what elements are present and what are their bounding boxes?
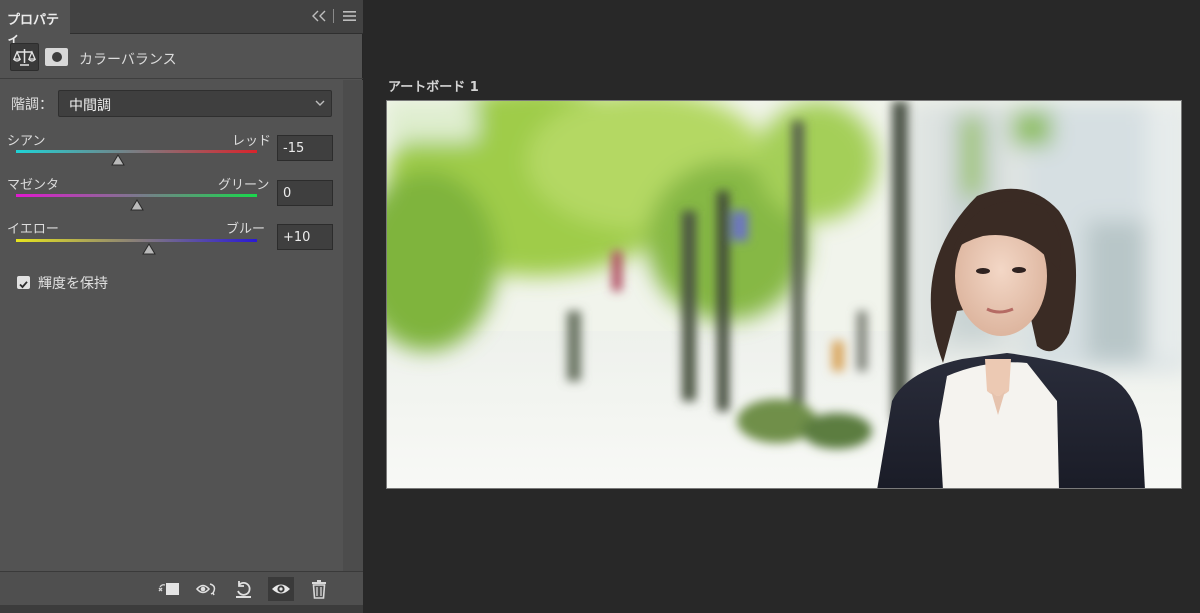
green-label: グリーン [218,178,270,193]
cyan-red-value-input[interactable]: -15 [277,135,333,161]
yellow-blue-track[interactable] [16,239,257,242]
cyan-red-slider-thumb[interactable] [111,154,126,166]
panel-bottom-edge [0,605,363,613]
tone-dropdown[interactable]: 中間調 [58,90,332,117]
reset-icon[interactable] [232,578,256,600]
artboard-photo[interactable] [386,100,1182,489]
blue-label: ブルー [226,222,266,237]
red-label: レッド [232,134,272,149]
chevron-down-icon [315,100,325,106]
clip-to-layer-icon[interactable] [157,578,181,600]
photoshop-workspace: プロパティ カラーバランス 階調： 中間調 シアン レッド -15 マゼンタ グ… [0,0,1200,613]
cyan-red-track[interactable] [16,150,257,153]
panel-menu-icon[interactable] [343,10,356,22]
artboard-label[interactable]: アートボード 1 [388,76,479,95]
panel-footer [0,571,363,605]
street-portrait-image [387,101,1181,488]
adjustment-header: カラーバランス [0,35,363,79]
header-divider [333,9,334,23]
trash-icon[interactable] [307,578,331,600]
preserve-luminosity-label: 輝度を保持 [38,276,108,292]
collapse-icon[interactable] [312,10,326,22]
magenta-green-slider-thumb[interactable] [129,199,144,211]
properties-panel: プロパティ カラーバランス 階調： 中間調 シアン レッド -15 マゼンタ グ… [0,0,363,613]
adjustment-title: カラーバランス [79,52,177,68]
preserve-luminosity-checkbox[interactable] [17,276,30,289]
tone-selected-value: 中間調 [69,98,111,114]
properties-tab[interactable]: プロパティ [0,0,70,47]
yellow-label: イエロー [7,222,59,237]
view-previous-state-icon[interactable] [195,578,219,600]
yellow-blue-value-input[interactable]: +10 [277,224,333,250]
magenta-label: マゼンタ [7,178,60,193]
layer-mask-icon[interactable] [45,48,68,66]
panel-scrollbar[interactable] [343,80,363,571]
panel-header: プロパティ [0,0,363,47]
magenta-green-track[interactable] [16,194,257,197]
yellow-blue-slider-thumb[interactable] [141,243,156,255]
checkmark-icon [19,281,28,289]
magenta-green-value-input[interactable]: 0 [277,180,333,206]
cyan-label: シアン [7,134,46,149]
visibility-eye-icon[interactable] [268,577,294,601]
tone-label: 階調： [11,97,53,113]
color-balance-icon[interactable] [10,43,39,71]
